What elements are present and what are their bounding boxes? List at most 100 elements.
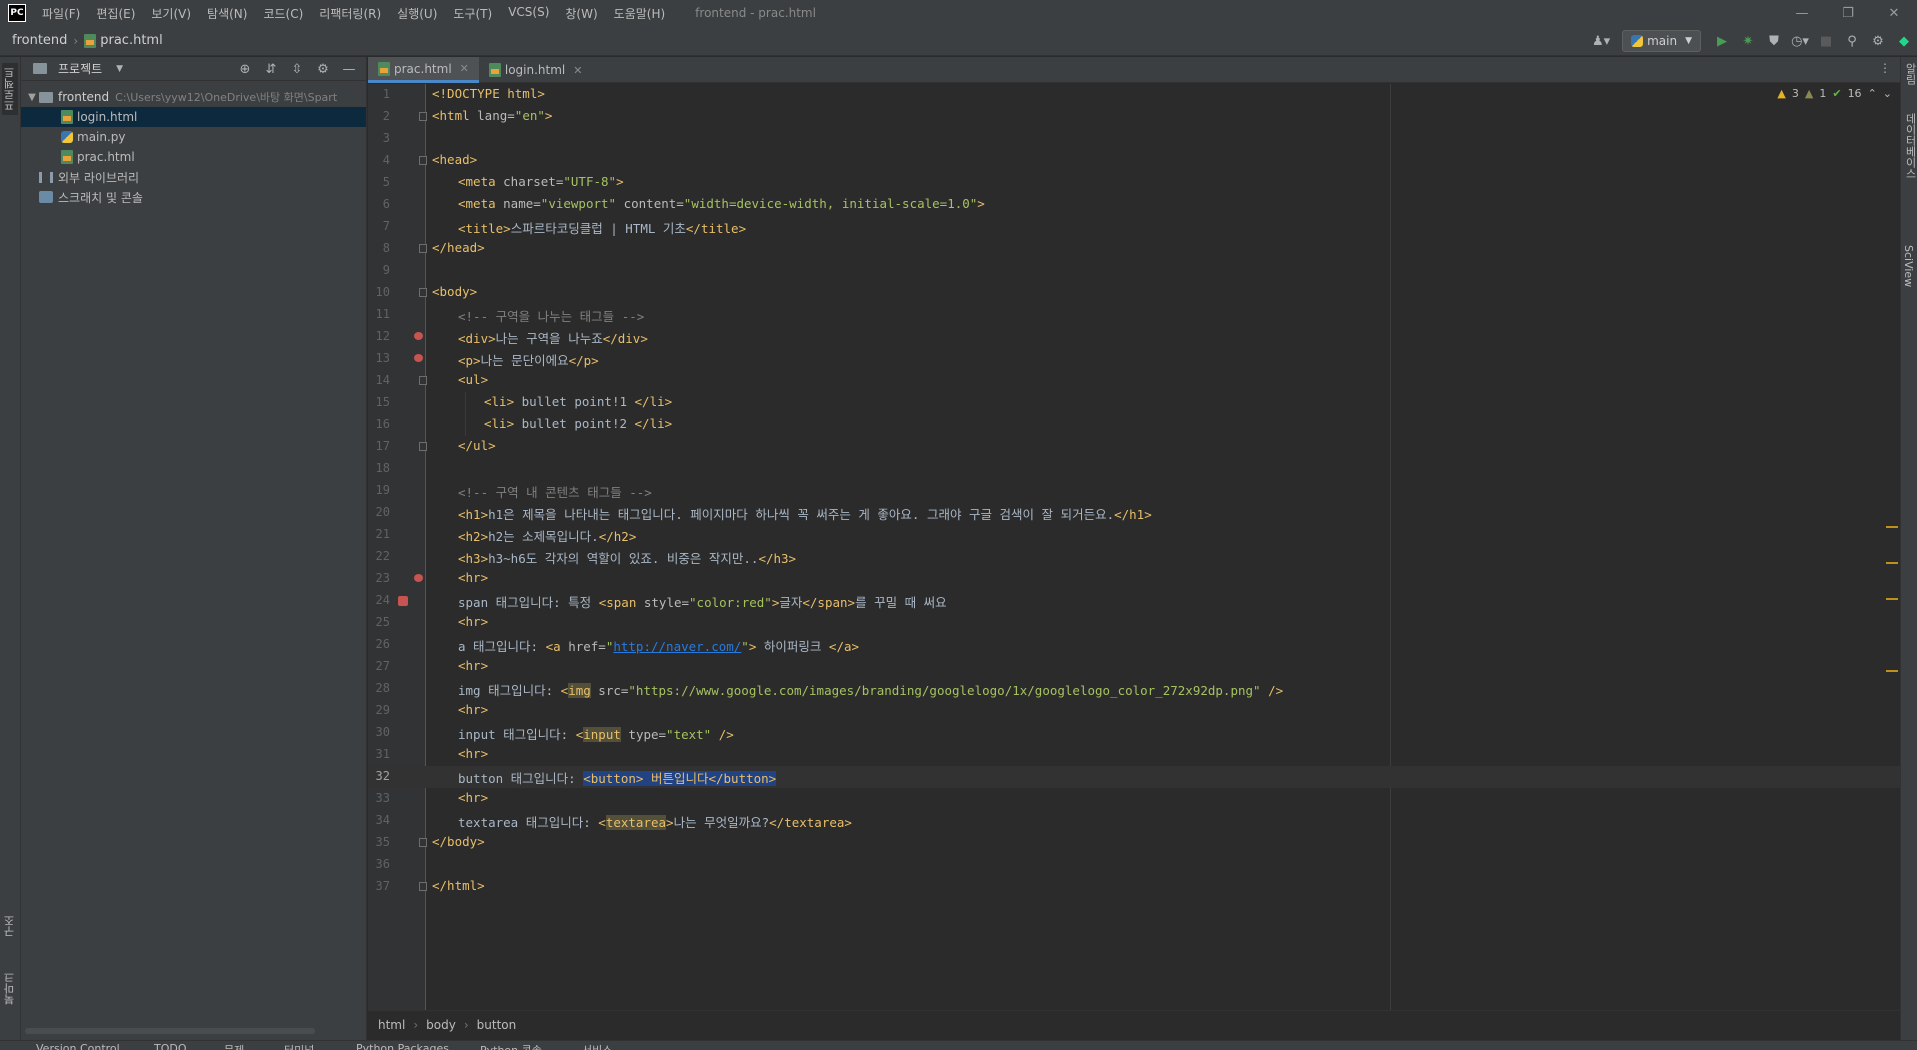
code-line[interactable]: 11 <!-- 구역을 나누는 태그들 --> [368, 304, 1900, 326]
breadcrumb-html[interactable]: html [378, 1018, 405, 1032]
inspection-widget[interactable]: ▲ 3 ▲ 1 ✔ 16 ⌃ ⌄ [1777, 87, 1892, 100]
close-icon[interactable]: ✕ [573, 64, 582, 77]
intention-bulb-icon[interactable] [414, 354, 423, 362]
line-number[interactable]: 35 [368, 835, 390, 849]
code-line[interactable]: 25 <hr> [368, 612, 1900, 634]
line-number[interactable]: 30 [368, 725, 390, 739]
chevron-down-icon[interactable]: ▼ [116, 64, 123, 74]
gear-icon[interactable]: ⚙ [310, 62, 336, 77]
code-line[interactable]: 18 [368, 458, 1900, 480]
chevron-down-icon[interactable]: ▼ [25, 92, 39, 103]
line-number[interactable]: 32 [368, 769, 390, 783]
expand-all-icon[interactable]: ⇵ [258, 62, 284, 77]
debug-icon[interactable]: ✷ [1735, 28, 1761, 54]
tree-external-libraries[interactable]: 외부 라이브러리 [21, 167, 366, 187]
line-number[interactable]: 36 [368, 857, 390, 871]
line-number[interactable]: 14 [368, 373, 390, 387]
code-line[interactable]: 20 <h1>h1은 제목을 나타내는 태그입니다. 페이지마다 하나씩 꼭 써주… [368, 502, 1900, 524]
code-line[interactable]: 32 button 태그입니다: <button> 버튼입니다</button> [368, 766, 1900, 788]
code-line[interactable]: 8 </head> [368, 238, 1900, 260]
code-line[interactable]: 33 <hr> [368, 788, 1900, 810]
fold-marker-icon[interactable] [419, 244, 427, 253]
collapse-all-icon[interactable]: ⇳ [284, 62, 310, 77]
line-number[interactable]: 23 [368, 571, 390, 585]
menu-item[interactable]: 보기(V) [143, 5, 199, 22]
fold-marker-icon[interactable] [419, 288, 427, 297]
line-number[interactable]: 28 [368, 681, 390, 695]
line-number[interactable]: 11 [368, 307, 390, 321]
line-number[interactable]: 31 [368, 747, 390, 761]
line-number[interactable]: 22 [368, 549, 390, 563]
line-number[interactable]: 8 [368, 241, 390, 255]
search-icon[interactable]: ⚲ [1839, 28, 1865, 54]
tool-problems[interactable]: 문제 [224, 1042, 244, 1050]
chevron-down-icon[interactable]: ⌄ [1883, 87, 1892, 100]
code-line[interactable]: 7 <title>스파르타코딩클럽 | HTML 기초</title> [368, 216, 1900, 238]
line-number[interactable]: 25 [368, 615, 390, 629]
nav-file[interactable]: prac.html [100, 33, 162, 48]
line-number[interactable]: 19 [368, 483, 390, 497]
code-line[interactable]: 36 [368, 854, 1900, 876]
line-number[interactable]: 15 [368, 395, 390, 409]
code-line[interactable]: 37 </html> [368, 876, 1900, 898]
menu-item[interactable]: 도움말(H) [606, 5, 674, 22]
code-line[interactable]: 23 <hr> [368, 568, 1900, 590]
tree-scratches[interactable]: 스크래치 및 콘솔 [21, 187, 366, 207]
menu-item[interactable]: 탐색(N) [199, 5, 255, 22]
code-line[interactable]: 1 <!DOCTYPE html> [368, 84, 1900, 106]
project-tool-tab[interactable]: 프로젝트 [2, 63, 18, 115]
code-line[interactable]: 34 textarea 태그입니다: <textarea>나는 무엇일까요?</t… [368, 810, 1900, 832]
database-tool-tab[interactable]: 데이터베이스 [1902, 113, 1917, 179]
minimize-icon[interactable]: — [1779, 0, 1825, 26]
line-number[interactable]: 34 [368, 813, 390, 827]
line-number[interactable]: 29 [368, 703, 390, 717]
more-icon[interactable]: ⋮ [1879, 61, 1891, 75]
fold-marker-icon[interactable] [419, 882, 427, 891]
code-line[interactable]: 15 <li> bullet point!1 </li> [368, 392, 1900, 414]
tab-login-html[interactable]: login.html ✕ [479, 57, 593, 83]
warning-stripe[interactable] [1886, 670, 1898, 672]
fold-marker-icon[interactable] [419, 442, 427, 451]
hide-icon[interactable]: — [336, 62, 362, 77]
line-number[interactable]: 16 [368, 417, 390, 431]
code-line[interactable]: 10 <body> [368, 282, 1900, 304]
code-line[interactable]: 19 <!-- 구역 내 콘텐츠 태그들 --> [368, 480, 1900, 502]
profile-icon[interactable]: ◷▾ [1787, 28, 1813, 54]
code-line[interactable]: 27 <hr> [368, 656, 1900, 678]
notifications-tool-tab[interactable]: 알림 [1902, 63, 1917, 85]
line-number[interactable]: 9 [368, 263, 390, 277]
gear-icon[interactable]: ⚙ [1865, 28, 1891, 54]
code-line[interactable]: 26 a 태그입니다: <a href="http://naver.com/"> … [368, 634, 1900, 656]
run-icon[interactable]: ▶ [1709, 28, 1735, 54]
intention-bulb-icon[interactable] [414, 574, 423, 582]
line-number[interactable]: 3 [368, 131, 390, 145]
line-number[interactable]: 13 [368, 351, 390, 365]
code-line[interactable]: 9 [368, 260, 1900, 282]
line-number[interactable]: 6 [368, 197, 390, 211]
breadcrumb-body[interactable]: body [426, 1018, 456, 1032]
user-icon[interactable]: ♟▾ [1588, 28, 1614, 54]
menu-item[interactable]: 도구(T) [445, 5, 500, 22]
line-number[interactable]: 2 [368, 109, 390, 123]
code-line[interactable]: 31 <hr> [368, 744, 1900, 766]
line-number[interactable]: 4 [368, 153, 390, 167]
breakpoint-icon[interactable] [398, 596, 408, 606]
code-line[interactable]: 3 [368, 128, 1900, 150]
code-line[interactable]: 28 img 태그입니다: <img src="https://www.googl… [368, 678, 1900, 700]
line-number[interactable]: 26 [368, 637, 390, 651]
restore-icon[interactable]: ❐ [1825, 0, 1871, 26]
structure-tool-tab[interactable]: 구조 [2, 915, 18, 937]
line-number[interactable]: 27 [368, 659, 390, 673]
menu-item[interactable]: 코드(C) [255, 5, 311, 22]
intention-bulb-icon[interactable] [414, 332, 423, 340]
menu-item[interactable]: 편집(E) [88, 5, 143, 22]
bookmarks-tool-tab[interactable]: 북마크 [2, 972, 18, 1005]
menu-item[interactable]: 창(W) [557, 5, 605, 22]
run-config-selector[interactable]: main ▼ [1622, 30, 1701, 52]
menu-item[interactable]: VCS(S) [500, 5, 557, 22]
code-line[interactable]: 16 <li> bullet point!2 </li> [368, 414, 1900, 436]
sciview-tool-tab[interactable]: SciView [1902, 245, 1915, 287]
line-number[interactable]: 10 [368, 285, 390, 299]
project-panel-title[interactable]: 프로젝트 [58, 60, 102, 77]
breadcrumb-button[interactable]: button [477, 1018, 517, 1032]
